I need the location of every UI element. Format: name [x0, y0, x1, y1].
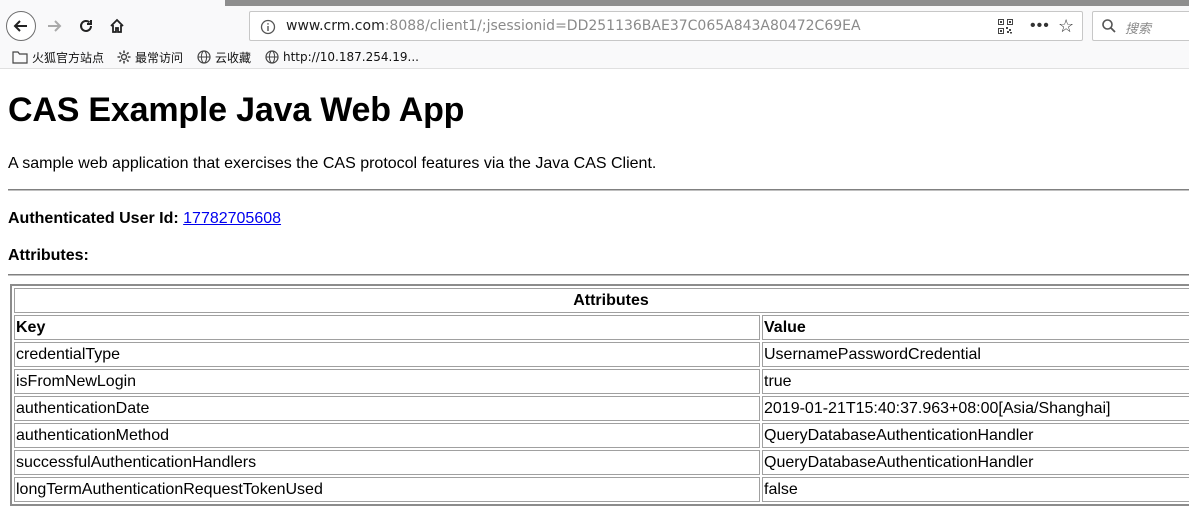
- table-row: authenticationDate 2019-01-21T15:40:37.9…: [14, 396, 1189, 421]
- attribute-key: authenticationDate: [14, 396, 760, 421]
- table-row: longTermAuthenticationRequestTokenUsed f…: [14, 477, 1189, 502]
- info-icon[interactable]: [260, 19, 276, 35]
- attribute-key: authenticationMethod: [14, 423, 760, 448]
- user-id-label: Authenticated User Id:: [8, 210, 179, 227]
- search-box[interactable]: 搜索: [1092, 11, 1189, 41]
- value-column-header: Value: [762, 315, 1189, 340]
- bookmark-label: http://10.187.254.19...: [283, 50, 419, 64]
- folder-icon: [12, 51, 28, 64]
- table-row: credentialType UsernamePasswordCredentia…: [14, 342, 1189, 367]
- reload-button[interactable]: [72, 12, 100, 40]
- qr-code-icon[interactable]: [998, 19, 1013, 34]
- table-header-row: Key Value: [14, 315, 1189, 340]
- reload-icon: [80, 19, 92, 32]
- attribute-key: longTermAuthenticationRequestTokenUsed: [14, 477, 760, 502]
- bookmark-star-icon[interactable]: ☆: [1058, 16, 1074, 37]
- attribute-value: false: [762, 477, 1189, 502]
- attribute-key: credentialType: [14, 342, 760, 367]
- url-path: :8088/client1/;jsessionid=DD251136BAE37C…: [384, 18, 861, 34]
- forward-arrow-icon: [48, 20, 62, 32]
- table-caption: Attributes: [14, 288, 1189, 313]
- attribute-value: QueryDatabaseAuthenticationHandler: [762, 423, 1189, 448]
- globe-icon: [197, 50, 211, 64]
- url-bar[interactable]: www.crm.com:8088/client1/;jsessionid=DD2…: [249, 11, 1083, 41]
- window-title-strip: [225, 0, 1189, 6]
- table-row: successfulAuthenticationHandlers QueryDa…: [14, 450, 1189, 475]
- user-id-link[interactable]: 17782705608: [183, 210, 281, 227]
- attribute-value: true: [762, 369, 1189, 394]
- search-placeholder: 搜索: [1125, 21, 1152, 36]
- url-host: www.crm.com: [286, 18, 385, 34]
- divider: [8, 189, 1189, 191]
- attribute-value: UsernamePasswordCredential: [762, 342, 1189, 367]
- gear-icon: [117, 50, 131, 64]
- bookmark-label: 火狐官方站点: [32, 50, 105, 65]
- url-text[interactable]: www.crm.com:8088/client1/;jsessionid=DD2…: [286, 18, 861, 34]
- attribute-value: 2019-01-21T15:40:37.963+08:00[Asia/Shang…: [762, 396, 1189, 421]
- more-options-icon[interactable]: •••: [1030, 17, 1050, 35]
- table-row: isFromNewLogin true: [14, 369, 1189, 394]
- bookmark-label: 云收藏: [215, 50, 252, 65]
- globe-icon: [265, 50, 279, 64]
- attribute-key: successfulAuthenticationHandlers: [14, 450, 760, 475]
- back-arrow-icon: [13, 20, 27, 32]
- page-title: CAS Example Java Web App: [8, 91, 465, 129]
- divider: [8, 274, 1189, 276]
- bookmark-item-ip-link[interactable]: http://10.187.254.19...: [265, 48, 419, 66]
- browser-toolbar: www.crm.com:8088/client1/;jsessionid=DD2…: [0, 0, 1189, 46]
- table-row: authenticationMethod QueryDatabaseAuthen…: [14, 423, 1189, 448]
- search-icon: [1102, 19, 1116, 33]
- bookmark-item-cloud-favorites[interactable]: 云收藏: [197, 48, 251, 66]
- home-button[interactable]: [103, 12, 131, 40]
- bookmarks-toolbar: 火狐官方站点 最常访问 云收藏 http://10.187.254.19...: [0, 46, 1189, 69]
- bookmark-item-firefox-official[interactable]: 火狐官方站点: [12, 48, 104, 66]
- bookmark-item-most-visited[interactable]: 最常访问: [117, 48, 183, 66]
- attribute-value: QueryDatabaseAuthenticationHandler: [762, 450, 1189, 475]
- attribute-key: isFromNewLogin: [14, 369, 760, 394]
- authenticated-user-line: Authenticated User Id: 17782705608: [8, 210, 281, 228]
- bookmark-label: 最常访问: [135, 50, 184, 65]
- attributes-heading: Attributes:: [8, 247, 89, 264]
- table-caption-row: Attributes: [14, 288, 1189, 313]
- key-column-header: Key: [14, 315, 760, 340]
- page-description: A sample web application that exercises …: [8, 155, 657, 172]
- attributes-table: Attributes Key Value credentialType User…: [10, 284, 1189, 506]
- home-icon: [110, 18, 124, 33]
- back-button[interactable]: [6, 11, 36, 41]
- forward-button[interactable]: [40, 12, 68, 40]
